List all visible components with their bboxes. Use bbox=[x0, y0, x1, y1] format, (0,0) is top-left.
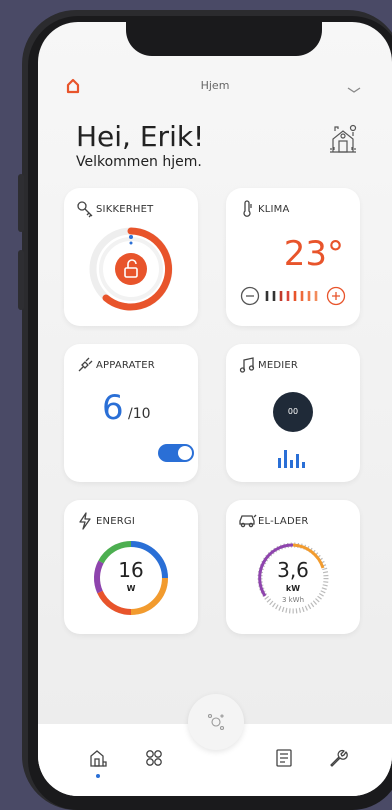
appliances-card[interactable]: APPARATER 6 /10 bbox=[64, 344, 198, 482]
temperature-scale[interactable] bbox=[264, 290, 322, 302]
charger-energy: 3 kWh bbox=[281, 596, 305, 604]
app-screen: Hjem Hei, Erik! Velkommen hjem. SIKKERHE… bbox=[38, 22, 392, 796]
car-icon bbox=[238, 512, 258, 534]
minus-button[interactable] bbox=[240, 286, 260, 310]
appliances-total: /10 bbox=[128, 406, 151, 422]
media-equalizer bbox=[278, 450, 305, 468]
side-button bbox=[18, 174, 24, 232]
appliances-count: 6 bbox=[102, 388, 124, 428]
temperature-value: 23° bbox=[283, 234, 344, 274]
climate-label: KLIMA bbox=[258, 204, 290, 215]
music-note-icon bbox=[238, 356, 256, 378]
media-card[interactable]: MEDIER 00 bbox=[226, 344, 360, 482]
chevron-down-icon[interactable] bbox=[346, 80, 362, 99]
security-card[interactable]: SIKKERHET bbox=[64, 188, 198, 326]
grid-icon[interactable] bbox=[144, 748, 164, 772]
charger-card[interactable]: EL-LADER 3,6 kW 3 kWh bbox=[226, 500, 360, 634]
top-bar: Hjem bbox=[38, 76, 392, 100]
media-play-button[interactable]: 00 bbox=[273, 392, 313, 432]
lightning-icon bbox=[76, 512, 94, 534]
key-icon bbox=[76, 200, 94, 222]
home-selector[interactable]: Hjem bbox=[38, 79, 392, 92]
appliances-toggle[interactable] bbox=[158, 444, 194, 462]
appliances-label: APPARATER bbox=[96, 360, 155, 371]
home-nav-icon[interactable] bbox=[88, 748, 108, 772]
media-label: MEDIER bbox=[258, 360, 299, 371]
active-indicator bbox=[96, 774, 100, 778]
energy-card[interactable]: ENERGI 16 W bbox=[64, 500, 198, 634]
charger-label: EL-LADER bbox=[258, 516, 309, 527]
charger-value: 3,6 bbox=[277, 558, 309, 582]
side-button bbox=[18, 250, 24, 310]
security-ring bbox=[89, 227, 173, 311]
plus-button[interactable] bbox=[326, 286, 346, 310]
wrench-icon[interactable] bbox=[328, 748, 348, 772]
thermometer-icon bbox=[238, 200, 256, 222]
energy-label: ENERGI bbox=[96, 516, 135, 527]
assistant-button[interactable] bbox=[188, 694, 244, 750]
list-icon[interactable] bbox=[274, 748, 294, 772]
charger-unit: kW bbox=[285, 584, 301, 593]
energy-value: 16 bbox=[118, 558, 144, 582]
greeting-title: Hei, Erik! bbox=[76, 120, 205, 153]
assistant-icon bbox=[204, 710, 228, 738]
plug-icon bbox=[76, 356, 94, 378]
notch bbox=[126, 22, 322, 56]
house-icon[interactable] bbox=[326, 122, 360, 160]
greeting-subtitle: Velkommen hjem. bbox=[76, 154, 202, 170]
security-label: SIKKERHET bbox=[96, 204, 154, 215]
climate-card[interactable]: KLIMA 23° bbox=[226, 188, 360, 326]
energy-unit: W bbox=[126, 584, 136, 593]
